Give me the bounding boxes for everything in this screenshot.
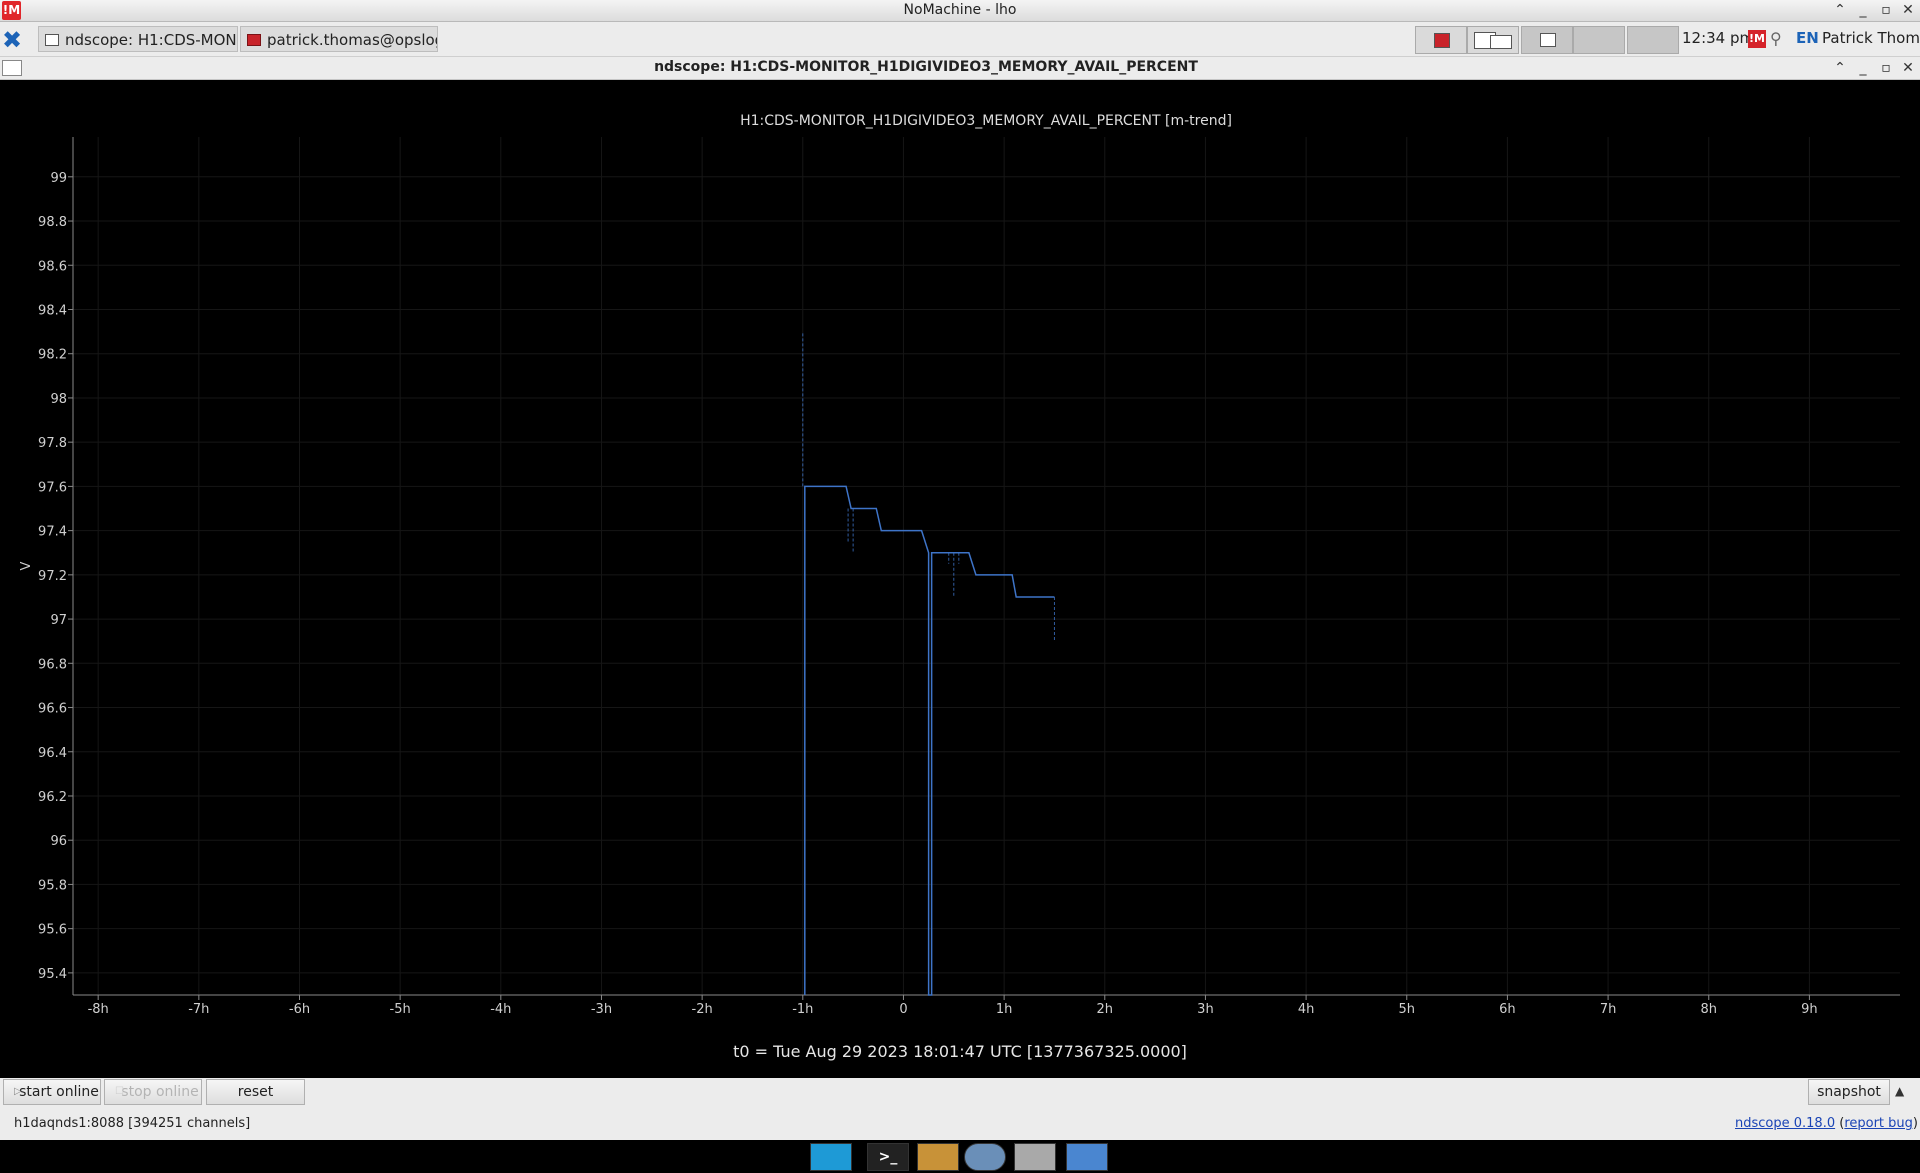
x-tick-label: -2h — [692, 1002, 713, 1017]
x-tick-label: 7h — [1600, 1002, 1617, 1017]
y-tick-label: 95.4 — [38, 967, 67, 982]
play-icon: ▷ — [14, 1086, 22, 1097]
report-bug-link[interactable]: report bug — [1844, 1116, 1913, 1131]
x-tick-label: -1h — [792, 1002, 813, 1017]
x-tick-label: 1h — [996, 1002, 1013, 1017]
stop-icon: ☐ — [115, 1086, 124, 1097]
terminal-icon[interactable]: >_ — [867, 1143, 909, 1171]
browser-globe-icon[interactable] — [964, 1143, 1006, 1171]
y-tick-label: 96.8 — [38, 657, 67, 672]
chart-xlabel: t0 = Tue Aug 29 2023 18:01:47 UTC [13773… — [733, 1042, 1187, 1061]
stop-online-button[interactable]: ☐ stop online — [104, 1079, 202, 1105]
file-cabinet-icon[interactable] — [917, 1143, 959, 1171]
x-tick-label: 9h — [1801, 1002, 1818, 1017]
version-info: ndscope 0.18.0 (report bug) — [1735, 1116, 1918, 1131]
x-tick-label: 0 — [899, 1002, 907, 1017]
y-tick-label: 96.4 — [38, 746, 67, 761]
version-link[interactable]: ndscope 0.18.0 — [1735, 1116, 1835, 1131]
status-text: h1daqnds1:8088 [394251 channels] — [14, 1116, 251, 1131]
y-tick-label: 98.2 — [38, 348, 67, 363]
x-tick-label: 4h — [1298, 1002, 1315, 1017]
y-tick-label: 97.6 — [38, 480, 67, 495]
y-tick-label: 95.6 — [38, 923, 67, 938]
y-axis-label: V — [19, 561, 34, 570]
y-tick-label: 96 — [50, 834, 67, 849]
y-tick-label: 97.8 — [38, 436, 67, 451]
y-tick-label: 97.2 — [38, 569, 67, 584]
search-magnifier-icon[interactable] — [1014, 1143, 1056, 1171]
x-tick-label: 8h — [1700, 1002, 1717, 1017]
dock: >_ — [0, 1140, 1920, 1173]
chart-svg[interactable]: 95.4 95.6 95.8 96 96.2 96.4 96.6 96.8 97 97.2 97.4… — [0, 0, 1920, 1173]
x-tick-label: -7h — [188, 1002, 209, 1017]
x-tick-label: -5h — [390, 1002, 411, 1017]
y-tick-label: 96.6 — [38, 702, 67, 717]
folder-icon[interactable] — [1066, 1143, 1108, 1171]
x-tick-label: -3h — [591, 1002, 612, 1017]
start-online-button[interactable]: ▷ start online — [3, 1079, 101, 1105]
y-tick-label: 97 — [50, 613, 67, 628]
y-tick-label: 95.8 — [38, 878, 67, 893]
reset-button[interactable]: reset — [206, 1079, 305, 1105]
x-tick-label: 5h — [1399, 1002, 1416, 1017]
y-tick-label: 98.4 — [38, 303, 67, 318]
desktop-icon[interactable] — [810, 1143, 852, 1171]
x-tick-label: -8h — [88, 1002, 109, 1017]
y-tick-label: 99 — [50, 171, 67, 186]
y-tick-label: 98 — [50, 392, 67, 407]
x-tick-label: 6h — [1499, 1002, 1516, 1017]
y-tick-label: 97.4 — [38, 525, 67, 540]
x-tick-label: 2h — [1097, 1002, 1114, 1017]
y-tick-label: 96.2 — [38, 790, 67, 805]
expand-arrow-icon[interactable]: ▲ — [1895, 1084, 1904, 1098]
x-tick-label: 3h — [1197, 1002, 1214, 1017]
series-line — [804, 485, 1055, 996]
y-tick-label: 98.6 — [38, 259, 67, 274]
snapshot-button[interactable]: snapshot — [1808, 1079, 1890, 1105]
y-tick-label: 98.8 — [38, 215, 67, 230]
x-tick-label: -4h — [490, 1002, 511, 1017]
x-tick-label: -6h — [289, 1002, 310, 1017]
